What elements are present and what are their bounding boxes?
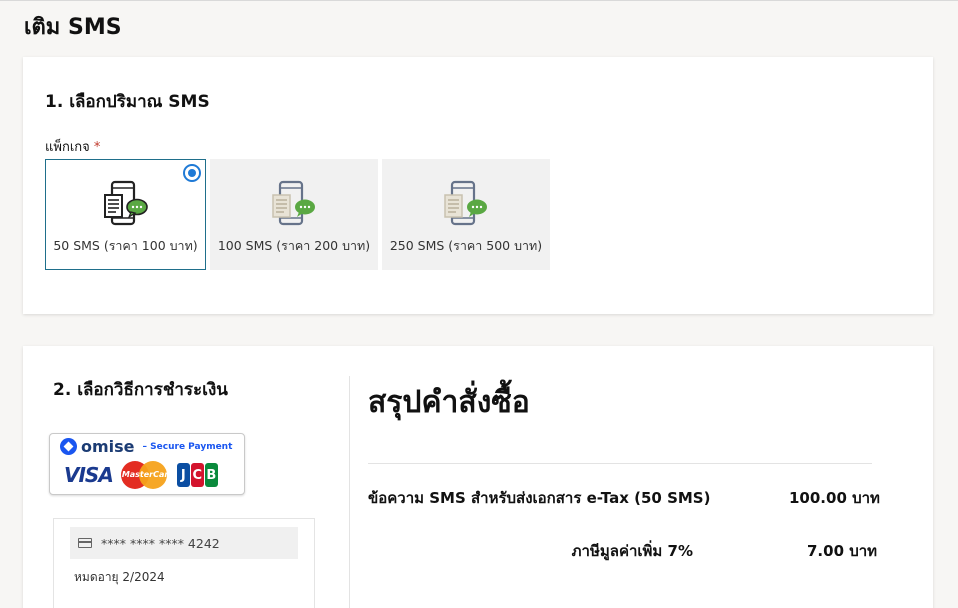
vat-value: 7.00 บาท bbox=[807, 542, 878, 560]
column-divider bbox=[349, 376, 350, 608]
summary-item-value: 100.00 บาท bbox=[789, 489, 880, 507]
package-label: 50 SMS (ราคา 100 บาท) bbox=[53, 238, 198, 253]
card-brand-logos: VISA MasterCard JCB bbox=[64, 460, 219, 490]
package-label: 250 SMS (ราคา 500 บาท) bbox=[389, 238, 543, 253]
required-mark: * bbox=[93, 140, 101, 155]
phone-document-chat-icon bbox=[444, 180, 487, 226]
omise-brand-row: omise – Secure Payment bbox=[60, 437, 232, 456]
saved-card-panel: **** **** **** 4242 หมดอายุ 2/2024 bbox=[53, 518, 315, 608]
selected-radio-icon[interactable] bbox=[183, 164, 201, 182]
section-2-title: 2. เลือกวิธีการชำระเงิน bbox=[53, 380, 228, 400]
package-option-250[interactable]: 250 SMS (ราคา 500 บาท) bbox=[382, 159, 550, 270]
page-title: เติม SMS bbox=[24, 15, 122, 40]
section-1-title: 1. เลือกปริมาณ SMS bbox=[45, 92, 210, 112]
omise-brand-name: omise bbox=[81, 437, 135, 456]
jcb-logo: JCB bbox=[176, 463, 219, 487]
summary-divider bbox=[368, 463, 872, 464]
package-field-label: แพ็กเกจ * bbox=[45, 136, 100, 157]
phone-document-chat-icon bbox=[272, 180, 315, 226]
vat-label: ภาษีมูลค่าเพิ่ม 7% bbox=[571, 542, 693, 560]
summary-item-label: ข้อความ SMS สำหรับส่งเอกสาร e-Tax (50 SM… bbox=[368, 489, 711, 507]
phone-document-chat-icon bbox=[103, 180, 148, 226]
package-label-text: แพ็กเกจ bbox=[45, 140, 90, 155]
package-option-100[interactable]: 100 SMS (ราคา 200 บาท) bbox=[210, 159, 378, 270]
sms-package-card: 1. เลือกปริมาณ SMS แพ็กเกจ * 50 SMS (ราค… bbox=[23, 57, 933, 314]
visa-logo: VISA bbox=[64, 463, 114, 487]
omise-logo-icon bbox=[60, 438, 77, 455]
package-label: 100 SMS (ราคา 200 บาท) bbox=[217, 238, 371, 253]
top-divider bbox=[0, 0, 958, 1]
card-expiry: หมดอายุ 2/2024 bbox=[74, 570, 165, 584]
omise-payment-option[interactable]: omise – Secure Payment VISA MasterCard J… bbox=[49, 433, 245, 495]
package-option-50[interactable]: 50 SMS (ราคา 100 บาท) bbox=[45, 159, 206, 270]
secure-payment-text: – Secure Payment bbox=[142, 441, 233, 452]
credit-card-icon bbox=[78, 538, 92, 548]
masked-card-number: **** **** **** 4242 bbox=[101, 535, 220, 551]
payment-summary-card: 2. เลือกวิธีการชำระเงิน omise – Secure P… bbox=[23, 346, 933, 608]
saved-card-option[interactable]: **** **** **** 4242 bbox=[70, 527, 298, 559]
order-summary-title: สรุปคำสั่งซื้อ bbox=[368, 385, 530, 420]
mastercard-logo: MasterCard bbox=[119, 460, 174, 490]
